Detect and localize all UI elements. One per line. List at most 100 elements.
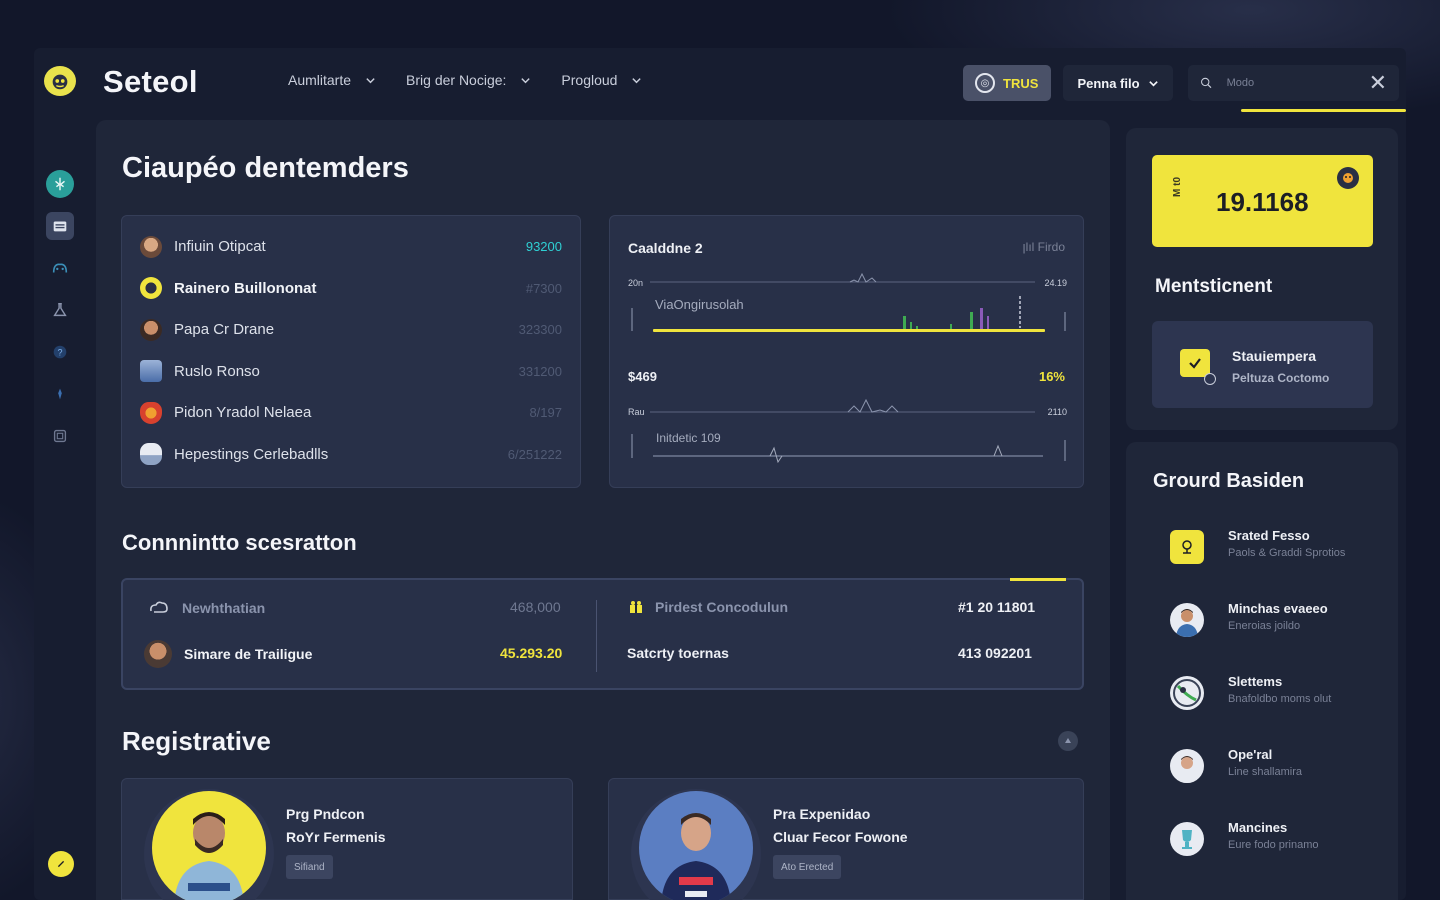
brand-name[interactable]: Seteol xyxy=(103,64,198,100)
player-name: Rainero Buillononat xyxy=(174,279,317,297)
section-title: Registrative xyxy=(122,726,271,756)
conversion-card xyxy=(121,578,1084,690)
player-photo xyxy=(631,789,761,900)
item-name: Minchas evaeeo xyxy=(1228,601,1328,616)
player-avatar xyxy=(144,640,172,668)
balance-side-label: M t0 xyxy=(1172,177,1183,197)
player-avatar xyxy=(1170,749,1204,783)
close-icon[interactable]: ✕ xyxy=(1369,72,1387,94)
list-item[interactable]: Rainero Buillononat #7300 xyxy=(140,268,562,310)
item-subtitle: Paols & Graddi Sprotios xyxy=(1228,547,1346,559)
item-subtitle: Bnafoldbo moms olut xyxy=(1228,693,1332,705)
section-title: Connnintto scesratton xyxy=(122,530,357,555)
volume-bar xyxy=(970,312,973,330)
mention-card[interactable]: Stauiempera Peltuza Coctomo xyxy=(1152,321,1373,408)
cup-icon xyxy=(1170,822,1204,856)
tick-label: 20n xyxy=(628,278,643,288)
flask-icon[interactable] xyxy=(46,296,74,324)
volume-bar xyxy=(903,316,906,330)
volume-bar xyxy=(910,322,912,330)
chart-price: $469 xyxy=(628,369,657,384)
conversion-value: 413 092201 xyxy=(958,645,1032,661)
list-item[interactable]: Infiuin Otipcat 93200 xyxy=(140,226,562,268)
player-value: 323300 xyxy=(518,322,562,338)
registration-title: Pra Expenidao xyxy=(773,806,871,822)
item-name: Ope'ral xyxy=(1228,747,1273,762)
nav-link-3[interactable]: Progloud xyxy=(561,72,642,88)
balance-card[interactable]: M t0 19.1168 xyxy=(1152,155,1373,247)
registration-tag[interactable]: Ato Erected xyxy=(773,855,842,879)
chart-percent: 16% xyxy=(1038,369,1065,384)
list-item[interactable]: Ruslo Ronso 331200 xyxy=(140,351,562,393)
player-name: Ruslo Ronso xyxy=(174,362,260,380)
conversion-item[interactable]: Newhthatian xyxy=(148,599,265,617)
trust-button[interactable]: ◎ TRUS xyxy=(963,65,1051,101)
profile-dropdown[interactable]: Penna filo xyxy=(1063,65,1173,101)
conversion-label: Newhthatian xyxy=(182,600,266,616)
conversion-value: 468,000 xyxy=(510,599,561,615)
chevron-down-icon xyxy=(632,77,642,83)
info-icon[interactable] xyxy=(1058,731,1078,751)
trophy-icon xyxy=(1170,530,1204,564)
spark-line xyxy=(849,272,877,283)
conversion-item[interactable]: Satcrty toernas xyxy=(627,645,729,661)
conversion-item[interactable]: Pirdest Concodulun xyxy=(628,599,788,615)
registration-card[interactable]: Prg Pndcon RoYr Fermenis Sifiand xyxy=(121,778,573,900)
player-avatar xyxy=(140,235,162,258)
list-item[interactable]: Hepestings Cerlebadlls 6/251222 xyxy=(140,434,562,476)
item-name: Mancines xyxy=(1228,820,1288,835)
right-panel-bottom: Grourd Basiden Srated Fesso Paols & Grad… xyxy=(1126,442,1398,900)
mascot-icon xyxy=(1337,167,1359,189)
item-subtitle: Eure fodo prinamo xyxy=(1228,839,1319,851)
question-icon[interactable]: ? xyxy=(46,338,74,366)
progress-line xyxy=(653,329,1045,332)
chart-plot: 20n 24.19 Rau 2110 xyxy=(628,272,1067,464)
registration-title: Prg Pndcon xyxy=(286,806,365,822)
logo-icon[interactable] xyxy=(44,66,76,96)
list-item[interactable]: Ope'ral Line shallamira xyxy=(1170,743,1380,793)
registration-subtitle: Cluar Fecor Fowone xyxy=(773,829,908,845)
conversion-label: Simare de Trailigue xyxy=(184,646,313,662)
checkbox-icon[interactable] xyxy=(1180,349,1210,377)
section-title: Grourd Basiden xyxy=(1153,470,1305,492)
list-item[interactable]: Pidon Yradol Nelaea 8/197 xyxy=(140,392,562,434)
cat-icon[interactable] xyxy=(46,254,74,282)
list-item[interactable]: Papa Cr Drane 323300 xyxy=(140,309,562,351)
player-name: Pidon Yradol Nelaea xyxy=(174,404,312,422)
search-icon xyxy=(1201,77,1212,89)
nav-link-1[interactable]: Aumlitarte xyxy=(288,72,376,88)
search-input[interactable] xyxy=(1226,77,1369,89)
nav-link-label: Aumlitarte xyxy=(288,72,352,88)
list-item[interactable]: Srated Fesso Paols & Graddi Sprotios xyxy=(1170,524,1380,574)
chart-card: Caalddne 2 ꞁlıl Firdo 20n 24.19 Rau 2110… xyxy=(609,215,1084,488)
list-item[interactable]: Mancines Eure fodo prinamo xyxy=(1170,816,1380,866)
player-value: 6/251222 xyxy=(507,446,562,462)
club-icon xyxy=(140,443,162,466)
trust-label: TRUS xyxy=(1003,75,1039,91)
nav-link-label: Progloud xyxy=(561,72,618,88)
top-bar: Seteol Aumlitarte Brig der Nocige: Progl… xyxy=(0,0,1440,120)
registration-card[interactable]: Pra Expenidao Cluar Fecor Fowone Ato Ere… xyxy=(608,778,1084,900)
search-box: ✕ xyxy=(1188,65,1399,101)
player-value: 8/197 xyxy=(529,405,562,421)
list-item[interactable]: Minchas evaeeo Eneroias joildo xyxy=(1170,597,1380,647)
player-name: Hepestings Cerlebadlls xyxy=(174,445,329,463)
box-icon[interactable] xyxy=(46,422,74,450)
nav-link-2[interactable]: Brig der Nocige: xyxy=(406,72,531,88)
chevron-down-icon xyxy=(1148,80,1158,87)
player-avatar xyxy=(661,813,731,900)
list-item[interactable]: Slettems Bnafoldbo moms olut xyxy=(1170,670,1380,720)
leaf-icon[interactable] xyxy=(46,170,74,198)
conversion-item[interactable]: Simare de Trailigue xyxy=(144,640,312,668)
gift-icon xyxy=(630,601,642,613)
torch-icon[interactable] xyxy=(46,380,74,408)
folder-icon[interactable] xyxy=(46,212,74,240)
chevron-down-icon xyxy=(521,77,531,83)
cloud-icon xyxy=(150,601,168,613)
nav-link-label: Brig der Nocige: xyxy=(406,72,507,88)
registration-tag[interactable]: Sifiand xyxy=(286,855,333,879)
volume-bar xyxy=(980,308,983,330)
conversion-label: Satcrty toernas xyxy=(627,645,729,661)
compass-icon[interactable] xyxy=(48,851,74,877)
tick-label: Rau xyxy=(628,407,645,417)
